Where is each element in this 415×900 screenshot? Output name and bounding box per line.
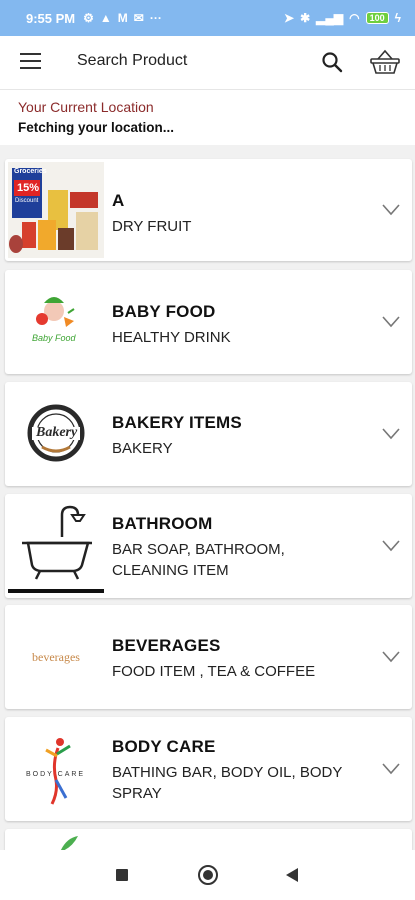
category-name: BODY CARE <box>112 737 216 756</box>
category-subtitle: BAKERY <box>112 440 173 457</box>
location-value: Fetching your location... <box>18 120 175 135</box>
signal-icon: ▂▄▆ <box>316 11 344 25</box>
chevron-down-icon[interactable] <box>382 540 400 552</box>
status-left-icons: ⚙ ▲ M ✉ ··· <box>83 11 162 25</box>
beverages-logo: beverages <box>8 608 104 704</box>
category-card-a[interactable]: Groceries 15% Discount A DRY FRUIT <box>5 159 412 261</box>
notification-icon: ▲ <box>99 11 112 25</box>
groceries-thumbnail: Groceries 15% Discount <box>8 162 104 258</box>
category-subtitle: DRY FRUIT <box>112 218 192 235</box>
status-time: 9:55 PM <box>26 10 76 26</box>
category-card-baby-food[interactable]: Baby Food BABY FOOD HEALTHY DRINK <box>5 270 412 374</box>
search-icon[interactable] <box>320 50 344 74</box>
body-care-logo-label: BODY CARE <box>26 771 86 778</box>
bathtub-illustration <box>8 497 104 593</box>
category-name: BAKERY ITEMS <box>112 413 242 432</box>
category-name: A <box>112 191 125 210</box>
category-name: BATHROOM <box>112 514 213 533</box>
hamburger-menu-icon[interactable] <box>20 53 41 69</box>
current-location-panel[interactable]: Your Current Location Fetching your loca… <box>0 90 415 145</box>
location-arrow-icon: ➤ <box>284 11 295 25</box>
chevron-down-icon[interactable] <box>382 316 400 328</box>
system-navigation-bar <box>0 850 415 900</box>
category-card-bathroom[interactable]: BATHROOM BAR SOAP, BATHROOM, CLEANING IT… <box>5 494 412 598</box>
battery-icon: 100 <box>365 12 389 24</box>
chevron-down-icon[interactable] <box>382 428 400 440</box>
status-bar: 9:55 PM ⚙ ▲ M ✉ ··· ➤ ✱ ▂▄▆ ◠ 100 ϟ <box>0 0 415 36</box>
back-button[interactable] <box>286 868 298 882</box>
beverages-logo-label: beverages <box>32 650 80 664</box>
chevron-down-icon[interactable] <box>382 204 400 216</box>
category-subtitle: BAR SOAP, BATHROOM, CLEANING ITEM <box>112 541 285 579</box>
search-product-label[interactable]: Search Product <box>77 52 187 70</box>
category-name: BEVERAGES <box>112 636 221 655</box>
category-card-beverages[interactable]: beverages BEVERAGES FOOD ITEM , TEA & CO… <box>5 605 412 709</box>
baby-food-logo: Baby Food <box>8 273 104 369</box>
category-list[interactable]: Groceries 15% Discount A DRY FRUIT Baby … <box>0 145 415 850</box>
category-card-bakery-items[interactable]: Bakery BAKERY ITEMS BAKERY <box>5 382 412 486</box>
leaf-icon <box>60 836 78 850</box>
category-subtitle: FOOD ITEM , TEA & COFFEE <box>112 663 316 680</box>
app-bar: Search Product <box>0 36 415 90</box>
mail-icon: ✉ <box>133 11 144 25</box>
baby-food-label: Baby Food <box>32 333 76 343</box>
bakery-logo: Bakery <box>8 385 104 481</box>
gmail-icon: M <box>117 11 128 25</box>
discount-percent: 15% <box>17 182 40 194</box>
recent-apps-button[interactable] <box>116 869 128 881</box>
charging-icon: ϟ <box>394 11 401 25</box>
chevron-down-icon[interactable] <box>382 651 400 663</box>
settings-icon: ⚙ <box>83 11 94 25</box>
more-notifications: ··· <box>149 11 162 25</box>
groceries-label: Groceries <box>14 168 47 175</box>
bluetooth-icon: ✱ <box>300 11 311 25</box>
bakery-logo-label: Bakery <box>36 425 78 440</box>
chevron-down-icon[interactable] <box>382 763 400 775</box>
shopping-basket-icon[interactable] <box>369 48 401 76</box>
category-name: BABY FOOD <box>112 302 216 321</box>
category-card-partial[interactable] <box>5 829 412 850</box>
status-right-icons: ➤ ✱ ▂▄▆ ◠ 100 ϟ <box>284 11 401 25</box>
wifi-icon: ◠ <box>349 11 360 25</box>
category-subtitle: BATHING BAR, BODY OIL, BODY SPRAY <box>112 764 343 802</box>
discount-label: Discount <box>15 198 39 204</box>
location-title: Your Current Location <box>18 99 154 115</box>
category-subtitle: HEALTHY DRINK <box>112 329 231 346</box>
body-care-logo: BODY CARE <box>8 720 104 816</box>
category-card-body-care[interactable]: BODY CARE BODY CARE BATHING BAR, BODY OI… <box>5 717 412 821</box>
home-button[interactable] <box>198 865 218 885</box>
